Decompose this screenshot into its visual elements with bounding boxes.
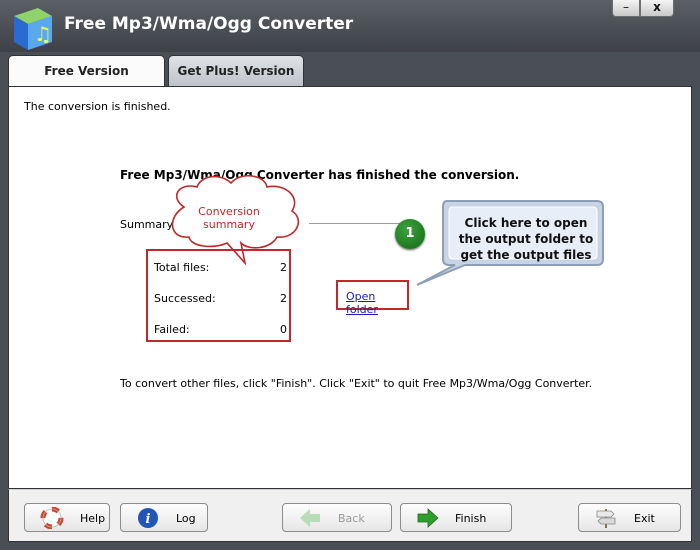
green-arrow-left-icon	[300, 509, 320, 527]
exit-label: Exit	[634, 512, 655, 525]
finish-button[interactable]: Finish	[400, 503, 512, 532]
help-label: Help	[80, 512, 106, 525]
stat-label: Failed:	[154, 323, 190, 336]
help-button[interactable]: Help	[24, 503, 110, 532]
app-icon: ♫	[14, 8, 52, 50]
instruction-text: To convert other files, click "Finish". …	[120, 377, 593, 390]
svg-text:♫: ♫	[34, 22, 52, 46]
app-window: ♫ Free Mp3/Wma/Ogg Converter – x Free Ve…	[0, 0, 700, 550]
stat-row-total: Total files: 2	[154, 261, 287, 274]
open-folder-highlight: Open folder	[336, 280, 409, 316]
svg-text:i: i	[146, 512, 151, 527]
exit-button[interactable]: Exit	[578, 503, 681, 532]
log-label: Log	[176, 512, 196, 525]
main-panel: The conversion is finished. Free Mp3/Wma…	[8, 86, 692, 489]
tab-free-version[interactable]: Free Version	[8, 55, 165, 87]
window-title: Free Mp3/Wma/Ogg Converter	[64, 14, 354, 34]
stat-value: 0	[280, 323, 287, 336]
tab-get-plus-version[interactable]: Get Plus! Version	[168, 55, 304, 86]
step-marker: 1	[395, 219, 425, 249]
open-folder-link[interactable]: Open folder	[346, 290, 407, 316]
tooltip-line3: get the output files	[460, 248, 592, 262]
stat-value: 2	[280, 292, 287, 305]
tooltip-line1: Click here to open	[464, 216, 588, 230]
minimize-button[interactable]: –	[612, 0, 640, 17]
close-button[interactable]: x	[640, 0, 674, 17]
finish-label: Finish	[455, 512, 487, 525]
back-label: Back	[338, 512, 365, 525]
stat-row-failed: Failed: 0	[154, 323, 287, 336]
log-button[interactable]: i Log	[120, 503, 208, 532]
stat-value: 2	[280, 261, 287, 274]
signpost-icon	[596, 509, 616, 528]
button-bar: Help i Log Back Finish Exit	[8, 489, 692, 542]
tooltip-line2: the output folder to	[458, 232, 594, 246]
green-arrow-right-icon	[417, 508, 439, 528]
summary-stats-box: Total files: 2 Successed: 2 Failed: 0	[146, 249, 291, 342]
cloud-text-line2: summary	[203, 218, 255, 231]
info-icon: i	[138, 508, 158, 528]
cloud-text: Conversion summary	[180, 205, 278, 231]
title-bar: ♫ Free Mp3/Wma/Ogg Converter – x	[0, 0, 700, 52]
cloud-text-line1: Conversion	[198, 205, 260, 218]
lifebuoy-icon	[40, 507, 64, 529]
stat-label: Total files:	[154, 261, 210, 274]
tooltip-text: Click here to open the output folder to …	[452, 215, 600, 263]
stat-row-successed: Successed: 2	[154, 292, 287, 305]
stat-label: Successed:	[154, 292, 216, 305]
back-button[interactable]: Back	[282, 503, 392, 532]
